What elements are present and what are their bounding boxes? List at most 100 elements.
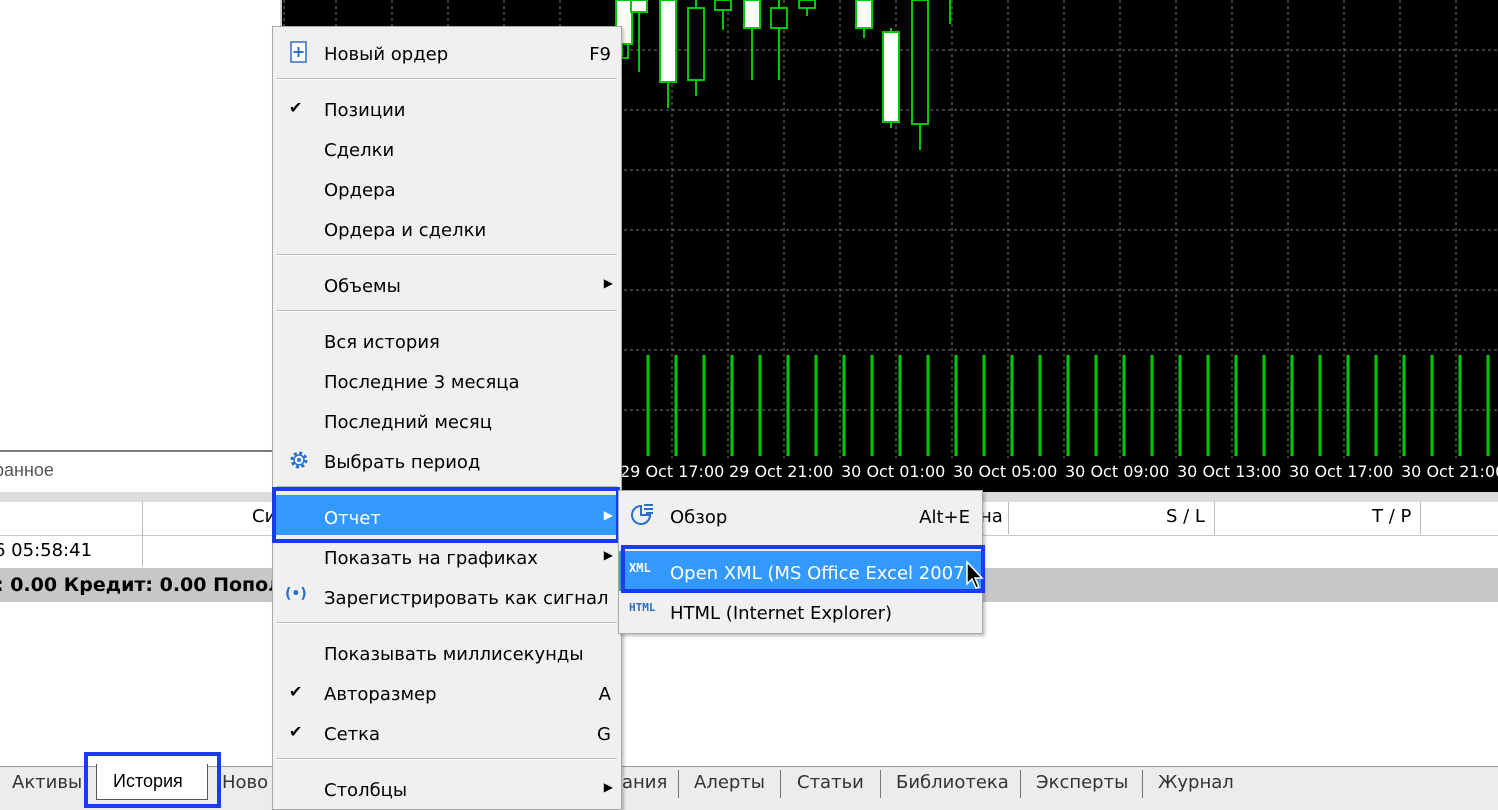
time-axis-label: 30 Oct 17:00 [1289, 462, 1394, 481]
menu-separator [277, 78, 617, 80]
menu-item-orders-and-deals[interactable]: Ордера и сделки [273, 207, 623, 247]
history-context-menu: Новый ордер F9 ✔ Позиции Сделки Ордера О… [272, 26, 623, 810]
column-separator[interactable] [1214, 502, 1215, 534]
report-overview-icon [631, 504, 653, 525]
candle-body [911, 0, 929, 125]
submenu-arrow-icon: ▶ [603, 548, 613, 562]
menu-label: HTML (Internet Explorer) [670, 603, 892, 624]
gear-icon [290, 451, 308, 469]
tab-news[interactable]: Ново [222, 772, 268, 793]
annotation-highlight-report [272, 487, 620, 543]
column-separator[interactable] [1008, 502, 1009, 534]
menu-item-last-3-months[interactable]: Последние 3 месяца [273, 359, 623, 399]
time-axis-label: 30 Oct 05:00 [953, 462, 1058, 481]
submenu-item-overview[interactable]: Обзор Alt+E [619, 495, 982, 535]
menu-item-columns[interactable]: Столбцы ▶ [273, 767, 623, 807]
menu-shortcut: A [598, 684, 611, 705]
tab-divider [880, 770, 881, 798]
menu-item-orders[interactable]: Ордера [273, 167, 623, 207]
time-axis-label: 30 Oct 09:00 [1065, 462, 1170, 481]
tab-journal[interactable]: Журнал [1158, 772, 1234, 793]
menu-item-autosize[interactable]: ✔ Авторазмер A [273, 671, 623, 711]
menu-label: Авторазмер [324, 684, 437, 705]
menu-label: Последний месяц [324, 412, 492, 433]
time-axis-label: 29 Oct 17:00 [620, 462, 725, 481]
signal-broadcast-icon: (•) [285, 586, 307, 602]
menu-shortcut: F9 [589, 44, 611, 65]
menu-label: Позиции [324, 100, 406, 121]
header-price[interactable]: на [980, 506, 1003, 527]
candle-body [630, 0, 648, 13]
history-row-time[interactable]: 6 05:58:41 [0, 540, 92, 561]
candle-body [798, 0, 816, 9]
menu-item-register-signal[interactable]: (•) Зарегистрировать как сигнал [273, 575, 623, 615]
menu-label: Новый ордер [324, 44, 449, 65]
candle-body [659, 0, 677, 83]
menu-label: Вся история [324, 332, 440, 353]
menu-label: Столбцы [324, 780, 408, 801]
navigator-panel [0, 0, 284, 453]
menu-item-select-period[interactable]: Выбрать период [273, 439, 623, 479]
tab-assets[interactable]: Активы [12, 772, 82, 793]
annotation-highlight-open-xml [621, 545, 985, 593]
favorites-tab-label: ранное [0, 460, 54, 480]
candle-body [714, 0, 732, 11]
time-axis-label: 30 Oct 13:00 [1177, 462, 1282, 481]
tab-divider [780, 770, 781, 798]
checkmark-icon: ✔ [289, 682, 303, 701]
navigator-favorites-tab[interactable]: ранное [0, 450, 284, 490]
annotation-highlight-history-tab [84, 752, 221, 808]
menu-item-positions[interactable]: ✔ Позиции [273, 87, 623, 127]
menu-label: Объемы [324, 276, 401, 297]
menu-separator [277, 310, 617, 312]
menu-shortcut: G [597, 724, 611, 745]
candle-body [687, 7, 705, 81]
tab-articles[interactable]: Статьи [797, 772, 864, 793]
header-tp[interactable]: T / P [1372, 506, 1411, 527]
menu-item-all-history[interactable]: Вся история [273, 319, 623, 359]
menu-item-grid[interactable]: ✔ Сетка G [273, 711, 623, 751]
menu-label: Обзор [670, 507, 728, 528]
candle-body [855, 0, 873, 29]
menu-separator [277, 254, 617, 256]
tab-divider [678, 770, 679, 798]
html-file-icon: HTML [629, 601, 656, 614]
menu-separator [277, 622, 617, 624]
menu-label: Показать на графиках [324, 548, 538, 569]
submenu-arrow-icon: ▶ [603, 276, 613, 290]
menu-label: Сделки [324, 140, 395, 161]
header-sl[interactable]: S / L [1166, 506, 1205, 527]
menu-item-volumes[interactable]: Объемы ▶ [273, 263, 623, 303]
menu-label: Сетка [324, 724, 381, 745]
tab-mailbox[interactable]: ания [622, 772, 667, 793]
menu-label: Зарегистрировать как сигнал [324, 588, 609, 609]
column-separator[interactable] [1420, 502, 1421, 534]
balance-summary-text: : 0.00 Кредит: 0.00 Пополн [0, 574, 296, 596]
menu-item-new-order[interactable]: Новый ордер F9 [273, 31, 623, 71]
tab-divider [1020, 770, 1021, 798]
candle-body [882, 31, 900, 123]
menu-item-last-month[interactable]: Последний месяц [273, 399, 623, 439]
menu-label: Ордера и сделки [324, 220, 487, 241]
menu-label: Выбрать период [324, 452, 481, 473]
tab-divider [1142, 770, 1143, 798]
checkmark-icon: ✔ [289, 98, 303, 117]
menu-label: Последние 3 месяца [324, 372, 520, 393]
column-separator[interactable] [142, 502, 143, 566]
menu-label: Ордера [324, 180, 396, 201]
time-axis-label: 30 Oct 01:00 [841, 462, 946, 481]
submenu-arrow-icon: ▶ [603, 780, 613, 794]
tab-experts[interactable]: Эксперты [1036, 772, 1128, 793]
submenu-item-html[interactable]: HTML HTML (Internet Explorer) [619, 591, 982, 631]
checkmark-icon: ✔ [289, 722, 303, 741]
candle-body [743, 0, 761, 29]
time-axis-label: 30 Oct 21:00 [1401, 462, 1498, 481]
mouse-cursor-icon [966, 560, 984, 589]
new-order-icon [290, 41, 307, 63]
time-axis-label: 29 Oct 21:00 [729, 462, 834, 481]
candle-body [770, 7, 788, 29]
tab-library[interactable]: Библиотека [896, 772, 1009, 793]
tab-alerts[interactable]: Алерты [694, 772, 765, 793]
menu-item-deals[interactable]: Сделки [273, 127, 623, 167]
menu-item-show-milliseconds[interactable]: Показывать миллисекунды [273, 631, 623, 671]
